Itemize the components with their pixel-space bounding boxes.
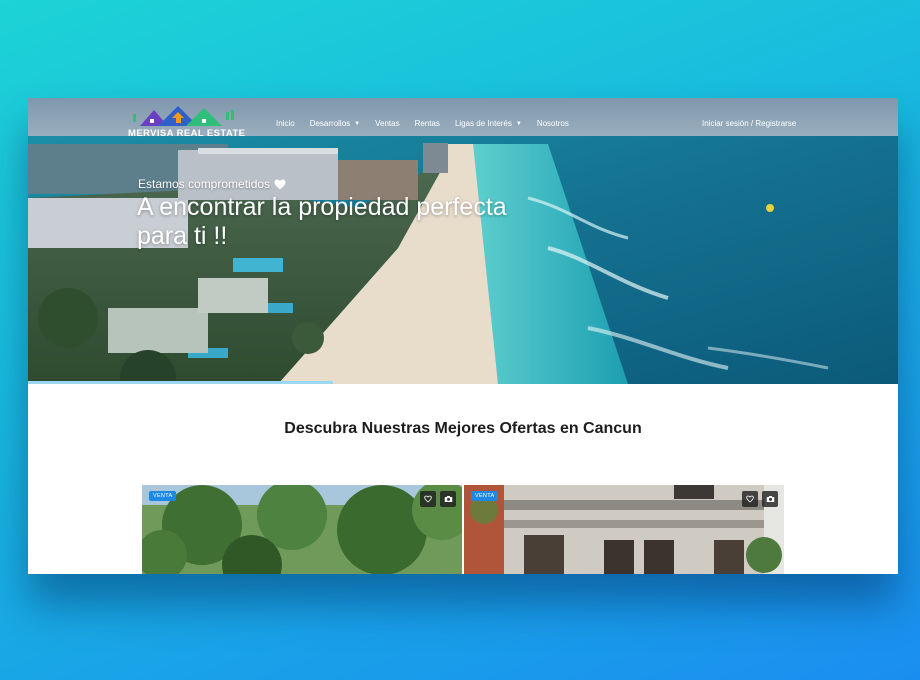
slide-progress-bar bbox=[28, 381, 333, 384]
camera-icon bbox=[444, 496, 452, 502]
chevron-down-icon: ▼ bbox=[354, 120, 361, 127]
nav-item-label: Desarrollos bbox=[309, 119, 351, 128]
nav-item-label: Ventas bbox=[375, 119, 400, 128]
favorite-button[interactable] bbox=[420, 491, 436, 507]
camera-icon bbox=[766, 496, 774, 502]
nav-item-inicio[interactable]: Inicio bbox=[276, 119, 295, 128]
photos-button[interactable] bbox=[440, 491, 456, 507]
brand-name: MERVISA REAL ESTATE bbox=[128, 128, 246, 139]
nav-item-label: Ligas de Interés bbox=[454, 119, 512, 128]
property-photo bbox=[142, 485, 462, 574]
listing-type-badge: VENTA bbox=[149, 491, 177, 501]
listing-type-badge: VENTA bbox=[471, 491, 499, 501]
property-card[interactable]: VENTA bbox=[142, 485, 462, 574]
nav-item-label: Nosotros bbox=[536, 119, 569, 128]
section-heading: Descubra Nuestras Mejores Ofertas en Can… bbox=[284, 420, 642, 437]
nav-item-rentas[interactable]: Rentas bbox=[415, 119, 440, 128]
top-navigation: MERVISA REAL ESTATE Inicio Desarrollos ▼… bbox=[28, 98, 898, 140]
hero-title: A encontrar la propiedad perfecta para t… bbox=[137, 193, 507, 250]
nav-item-desarrollos[interactable]: Desarrollos ▼ bbox=[310, 119, 360, 128]
hero-subtitle-text: Estamos comprometidos bbox=[138, 177, 271, 191]
hero-banner: MERVISA REAL ESTATE Inicio Desarrollos ▼… bbox=[28, 98, 898, 384]
brand-logo[interactable]: MERVISA REAL ESTATE bbox=[128, 104, 246, 140]
chevron-down-icon: ▼ bbox=[515, 120, 522, 127]
logo-roofs-icon bbox=[133, 106, 234, 126]
heart-outline-icon bbox=[424, 495, 432, 503]
nav-item-ligas-de-interes[interactable]: Ligas de Interés ▼ bbox=[455, 119, 522, 128]
nav-item-label: Rentas bbox=[414, 119, 440, 128]
hero-subtitle: Estamos comprometidos bbox=[138, 177, 286, 191]
photos-button[interactable] bbox=[762, 491, 778, 507]
property-card[interactable]: VENTA bbox=[464, 485, 784, 574]
heart-outline-icon bbox=[746, 495, 754, 503]
nav-item-nosotros[interactable]: Nosotros bbox=[537, 119, 569, 128]
nav-item-label: Inicio bbox=[276, 119, 295, 128]
favorite-button[interactable] bbox=[742, 491, 758, 507]
heart-icon bbox=[274, 179, 286, 189]
login-register-link[interactable]: Iniciar sesión / Registrarse bbox=[702, 119, 796, 128]
main-menu: Inicio Desarrollos ▼ Ventas Rentas Ligas… bbox=[276, 119, 584, 128]
nav-item-ventas[interactable]: Ventas bbox=[375, 119, 399, 128]
browser-page: MERVISA REAL ESTATE Inicio Desarrollos ▼… bbox=[28, 98, 898, 574]
property-photo bbox=[464, 485, 784, 574]
